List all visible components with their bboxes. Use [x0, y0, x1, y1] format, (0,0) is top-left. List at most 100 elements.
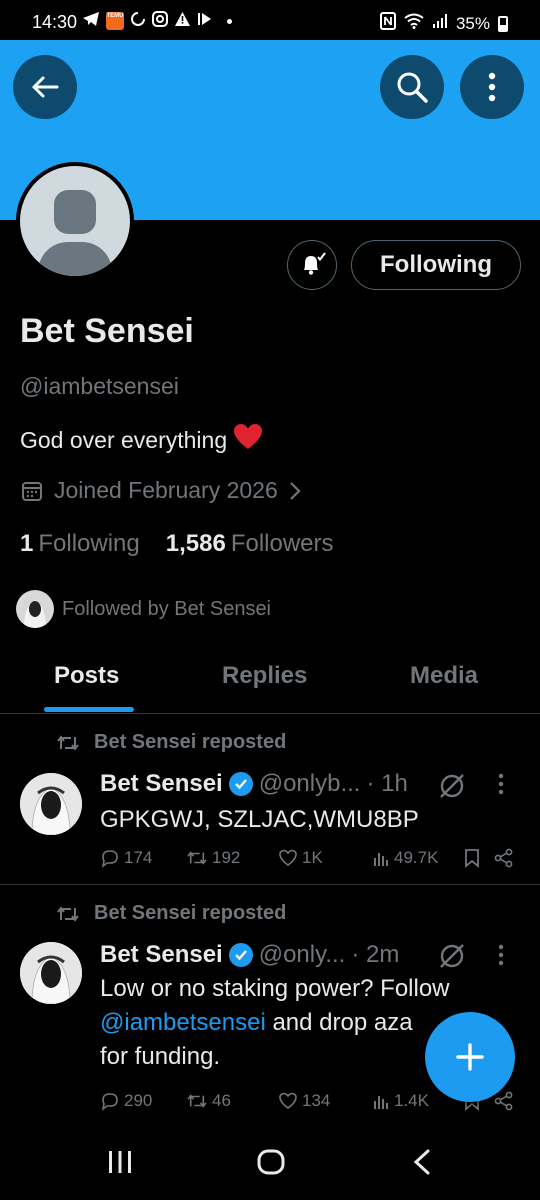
- back-arrow-icon: [32, 76, 59, 98]
- notification-icons: TEMU: [82, 11, 232, 31]
- post-more-icon[interactable]: [498, 944, 504, 973]
- post-author-name[interactable]: Bet Sensei: [100, 770, 223, 798]
- more-notifications-dot: [227, 18, 232, 24]
- joined-date[interactable]: Joined February 2026: [20, 477, 302, 504]
- back-nav-button[interactable]: [410, 1148, 434, 1181]
- reply-icon: [101, 850, 118, 868]
- compose-button[interactable]: [425, 1012, 515, 1102]
- post-author-handle[interactable]: @only...: [259, 941, 346, 969]
- notifications-bell-button[interactable]: [287, 240, 337, 290]
- battery-icon: [498, 15, 508, 32]
- nfc-icon: [379, 12, 396, 35]
- repost-count: 192: [212, 848, 241, 867]
- temu-icon: TEMU: [106, 12, 124, 30]
- followers-count: 1,586: [165, 530, 226, 557]
- followers-label: Followers: [230, 530, 334, 557]
- more-options-button[interactable]: [460, 55, 524, 119]
- post-text: GPKGWJ, SZLJAC,WMU8BP: [100, 806, 419, 833]
- reply-count: 290: [124, 1091, 153, 1110]
- like-button[interactable]: 1K: [278, 848, 323, 868]
- bookmark-icon: [465, 849, 479, 868]
- chevron-right-icon: [289, 481, 301, 500]
- follower-avatar: [16, 590, 54, 628]
- verified-badge-icon: [228, 772, 253, 796]
- system-navigation-bar: [0, 1132, 540, 1200]
- share-icon: [494, 1091, 513, 1111]
- system-icons: 35%: [379, 12, 508, 35]
- profile-stats: 1 Following 1,586 Followers: [20, 530, 334, 558]
- post-more-icon[interactable]: [498, 773, 504, 802]
- grok-icon[interactable]: [438, 772, 466, 805]
- telegram-icon: [82, 11, 100, 31]
- reply-button[interactable]: 174: [100, 848, 152, 868]
- back-button[interactable]: [13, 55, 77, 119]
- followed-by[interactable]: Followed by Bet Sensei: [16, 590, 271, 628]
- post-author-avatar[interactable]: [20, 773, 82, 835]
- plus-icon: [456, 1043, 484, 1071]
- profile-tabs: Posts Replies Media: [0, 648, 540, 714]
- sync-icon: [130, 11, 146, 31]
- post-header: Bet Sensei @only... · 2m: [100, 941, 399, 969]
- reply-count: 174: [124, 848, 153, 867]
- repost-label: Bet Sensei reposted: [94, 902, 287, 924]
- bell-check-icon: [304, 252, 326, 275]
- repost-button[interactable]: 46: [186, 1091, 231, 1111]
- bio-text: God over everything: [20, 426, 228, 453]
- tab-posts[interactable]: Posts: [54, 662, 119, 690]
- post-item[interactable]: Bet Sensei reposted Bet Sensei @onlyb...…: [0, 715, 540, 885]
- bookmark-button[interactable]: [464, 848, 480, 868]
- followers-link[interactable]: 1,586 Followers: [166, 530, 334, 558]
- default-avatar-icon: [20, 166, 130, 276]
- post-author-name[interactable]: Bet Sensei: [100, 941, 223, 969]
- mention-link[interactable]: @iambetsensei: [100, 1009, 266, 1036]
- share-button[interactable]: [494, 1091, 514, 1111]
- tab-replies[interactable]: Replies: [222, 662, 307, 690]
- heart-icon: [279, 849, 297, 866]
- repost-button[interactable]: 192: [186, 848, 240, 868]
- search-button[interactable]: [380, 55, 444, 119]
- repost-icon: [57, 905, 79, 922]
- search-icon: [397, 72, 428, 103]
- following-link[interactable]: 1 Following: [20, 530, 140, 558]
- post-header: Bet Sensei @onlyb... · 1h: [100, 770, 408, 798]
- share-button[interactable]: [494, 848, 514, 868]
- like-button[interactable]: 134: [278, 1091, 330, 1111]
- recent-apps-button[interactable]: [106, 1148, 134, 1181]
- heart-icon: [279, 1092, 297, 1109]
- repost-indicator: Bet Sensei reposted: [56, 902, 286, 925]
- status-time: 14:30: [32, 12, 78, 32]
- repost-action-icon: [187, 1094, 207, 1108]
- battery-percent: 35%: [455, 13, 490, 33]
- following-count: 1: [20, 530, 34, 557]
- home-button[interactable]: [256, 1148, 286, 1181]
- like-count: 134: [302, 1091, 331, 1110]
- share-icon: [494, 848, 513, 868]
- post-time: · 1h: [366, 770, 408, 797]
- instagram-icon: [152, 11, 168, 31]
- views-button[interactable]: 49.7K: [372, 848, 438, 868]
- verified-badge-icon: [228, 943, 253, 967]
- reply-button[interactable]: 290: [100, 1091, 152, 1111]
- following-label: Following: [38, 530, 140, 557]
- profile-name: Bet Sensei: [20, 312, 194, 350]
- warning-icon: [174, 11, 191, 31]
- post-author-avatar[interactable]: [20, 942, 82, 1004]
- views-icon: [374, 853, 388, 866]
- repost-icon: [57, 734, 79, 751]
- views-button[interactable]: 1.4K: [372, 1091, 429, 1111]
- status-bar: 14:30 TEMU 35%: [0, 0, 540, 40]
- home-icon: [257, 1149, 285, 1175]
- following-button[interactable]: Following: [351, 240, 521, 290]
- back-chevron-icon: [413, 1149, 430, 1175]
- tab-media[interactable]: Media: [410, 662, 478, 690]
- view-count: 49.7K: [394, 848, 439, 867]
- profile-avatar[interactable]: [16, 162, 134, 280]
- grok-icon[interactable]: [438, 942, 466, 975]
- repost-indicator: Bet Sensei reposted: [56, 731, 286, 754]
- more-vertical-icon: [488, 72, 496, 102]
- post-text-line: Low or no staking power? Follow: [100, 975, 450, 1002]
- recent-apps-icon: [109, 1151, 131, 1173]
- joined-text: Joined February 2026: [54, 477, 278, 503]
- post-author-handle[interactable]: @onlyb...: [259, 770, 361, 798]
- profile-handle: @iambetsensei: [20, 373, 179, 399]
